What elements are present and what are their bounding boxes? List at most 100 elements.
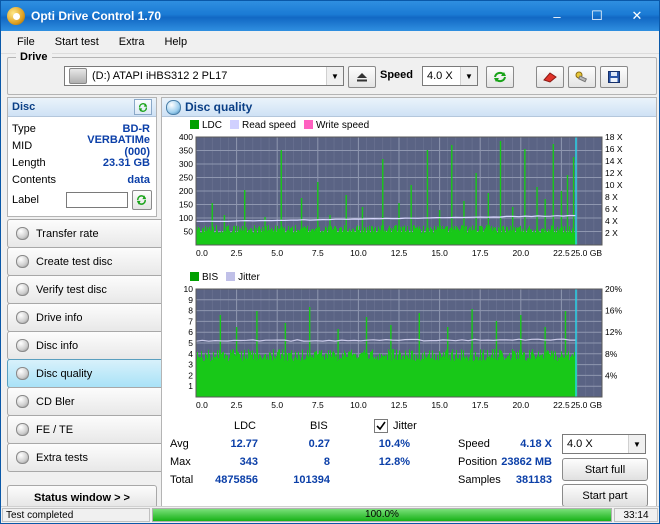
svg-text:3: 3 — [188, 360, 193, 370]
svg-text:10: 10 — [184, 284, 194, 294]
svg-text:7.5: 7.5 — [312, 248, 324, 258]
save-button[interactable] — [600, 66, 628, 88]
svg-text:5.0: 5.0 — [271, 400, 283, 410]
jitter-checkbox[interactable] — [374, 419, 388, 433]
svg-text:9: 9 — [188, 295, 193, 305]
window-title: Opti Drive Control 1.70 — [31, 9, 162, 23]
svg-text:12%: 12% — [605, 327, 622, 337]
svg-text:2 X: 2 X — [605, 228, 618, 238]
disc-label-input[interactable] — [65, 192, 128, 208]
sidebar-item-label: Create test disc — [36, 255, 113, 268]
sidebar-item-disc-info[interactable]: Disc info — [7, 331, 165, 360]
menu-bar: File Start test Extra Help — [1, 31, 659, 54]
svg-text:2.5: 2.5 — [231, 400, 243, 410]
svg-text:7.5: 7.5 — [312, 400, 324, 410]
svg-text:350: 350 — [179, 146, 193, 156]
app-icon — [7, 7, 25, 25]
disc-row-value: VERBATIMe (000) — [87, 133, 150, 158]
svg-text:5.0: 5.0 — [271, 248, 283, 258]
menu-start-test[interactable]: Start test — [45, 33, 109, 51]
progress-text: 100.0% — [365, 509, 399, 520]
speed-label: Speed — [380, 69, 414, 81]
refresh-button[interactable] — [486, 66, 514, 88]
stats-speed-value: 4.18 X — [520, 438, 552, 450]
sidebar-item-drive-info[interactable]: Drive info — [7, 303, 165, 332]
disc-panel-title: Disc — [12, 101, 36, 113]
disc-row-value: data — [127, 173, 150, 186]
jitter-label: Jitter — [393, 420, 417, 432]
sidebar-item-create-test-disc[interactable]: Create test disc — [7, 247, 165, 276]
bullet-icon — [16, 367, 29, 380]
chevron-down-icon[interactable]: ▼ — [628, 435, 645, 453]
tools-button[interactable] — [568, 66, 596, 88]
disc-row-label-field: Label — [8, 188, 156, 212]
sidebar-item-cd-bler[interactable]: CD Bler — [7, 387, 165, 416]
start-full-button[interactable]: Start full — [562, 458, 648, 481]
svg-text:250: 250 — [179, 173, 193, 183]
sidebar-item-disc-quality[interactable]: Disc quality — [7, 359, 165, 388]
tools-icon — [575, 71, 588, 83]
svg-text:20.0: 20.0 — [513, 248, 530, 258]
stats-max-jitter: 12.8% — [378, 456, 410, 468]
stats-row-avg-label: Avg — [170, 438, 189, 450]
disc-panel-header: Disc — [8, 98, 156, 117]
svg-text:200: 200 — [179, 186, 193, 196]
svg-text:17.5: 17.5 — [472, 400, 489, 410]
svg-text:8 X: 8 X — [605, 192, 618, 202]
progress-bar: 100.0% — [152, 508, 612, 522]
drive-select[interactable]: (D:) ATAPI iHBS312 2 PL17 ▼ — [64, 66, 344, 86]
svg-text:10.0: 10.0 — [350, 400, 367, 410]
bis-chart: 12345678910 4% 8% 12% 16% 20% 0.0 2.5 5.0 7.5 10.0… — [184, 284, 623, 410]
chevron-down-icon[interactable]: ▼ — [460, 67, 477, 85]
menu-file[interactable]: File — [7, 33, 45, 51]
jitter-checkbox-row[interactable]: Jitter — [374, 419, 417, 433]
app-window: Opti Drive Control 1.70 – ☐ ✕ File Start… — [0, 0, 660, 524]
disc-refresh-button[interactable] — [134, 99, 152, 115]
close-button[interactable]: ✕ — [617, 3, 657, 29]
maximize-button[interactable]: ☐ — [577, 3, 617, 29]
start-part-button[interactable]: Start part — [562, 484, 648, 507]
refresh-icon — [137, 195, 147, 205]
svg-text:0.0: 0.0 — [196, 248, 208, 258]
save-icon — [608, 71, 620, 83]
erase-button[interactable] — [536, 66, 564, 88]
disc-label-refresh-button[interactable] — [131, 190, 152, 210]
disc-row-mid: MID VERBATIMe (000) — [8, 134, 156, 158]
chevron-down-icon[interactable]: ▼ — [326, 67, 343, 85]
stats-total-bis: 101394 — [293, 474, 330, 486]
bullet-icon — [16, 395, 29, 408]
svg-text:6 X: 6 X — [605, 204, 618, 214]
sidebar-item-extra-tests[interactable]: Extra tests — [7, 443, 165, 472]
disc-row-value: 23.31 GB — [102, 156, 150, 169]
sidebar-item-label: Verify test disc — [36, 283, 107, 296]
svg-text:25.0 GB: 25.0 GB — [571, 400, 603, 410]
svg-text:4: 4 — [188, 349, 193, 359]
stats-row-total-label: Total — [170, 474, 194, 486]
eject-button[interactable] — [348, 66, 376, 88]
minimize-button[interactable]: – — [537, 3, 577, 29]
disc-panel: Disc Type BD-R MID VERBATIMe (000) Lengt… — [7, 97, 157, 217]
refresh-icon — [494, 71, 506, 83]
stats-col-bis: BIS — [310, 420, 328, 432]
status-bar: Test completed 100.0% 33:14 — [1, 506, 659, 523]
svg-text:18 X: 18 X — [605, 132, 623, 142]
svg-text:50: 50 — [184, 227, 194, 237]
bullet-icon — [16, 227, 29, 240]
menu-help[interactable]: Help — [154, 33, 197, 51]
disc-icon — [166, 99, 181, 115]
speed-select[interactable]: 4.0 X ▼ — [422, 66, 478, 86]
bullet-icon — [16, 311, 29, 324]
bullet-icon — [16, 423, 29, 436]
menu-extra[interactable]: Extra — [109, 33, 155, 51]
stats-position-value: 23862 MB — [501, 456, 552, 468]
sidebar-item-label: FE / TE — [36, 423, 74, 436]
stats-samples-value: 381183 — [515, 474, 552, 486]
sidebar-item-fe-te[interactable]: FE / TE — [7, 415, 165, 444]
bullet-icon — [16, 283, 29, 296]
svg-text:17.5: 17.5 — [472, 248, 489, 258]
sidebar-item-transfer-rate[interactable]: Transfer rate — [7, 219, 165, 248]
sidebar-item-label: Drive info — [36, 311, 83, 324]
sidebar-item-verify-test-disc[interactable]: Verify test disc — [7, 275, 165, 304]
legend-bottom: BIS Jitter — [162, 269, 656, 283]
test-speed-select[interactable]: 4.0 X ▼ — [562, 434, 646, 454]
